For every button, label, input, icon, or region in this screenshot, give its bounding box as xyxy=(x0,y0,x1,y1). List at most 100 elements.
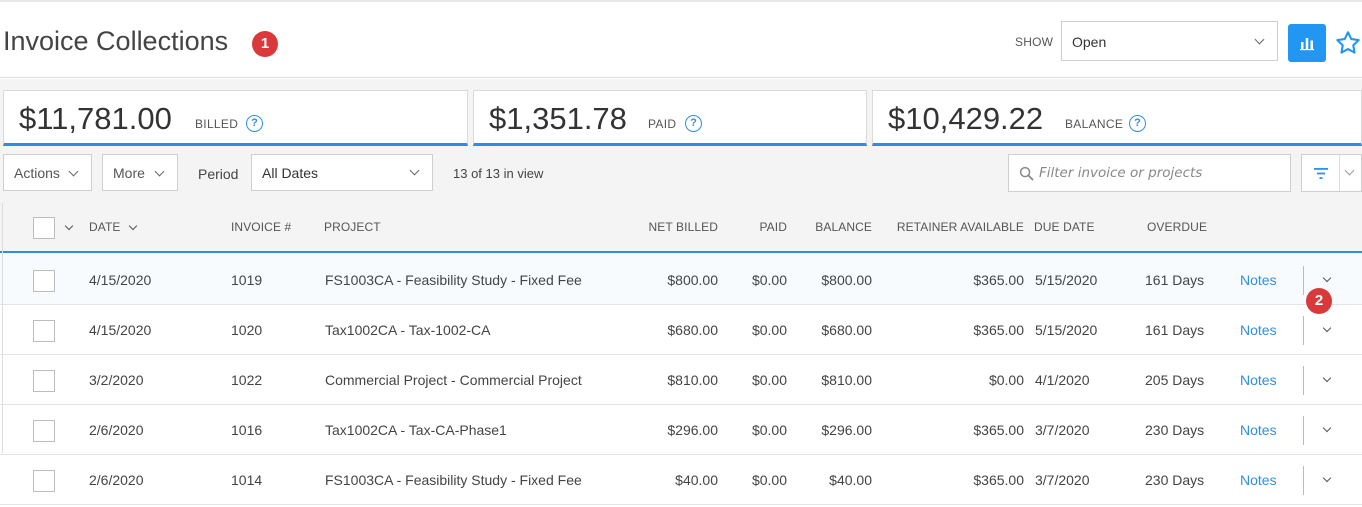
bar-chart-icon xyxy=(1300,38,1314,51)
chevron-down-icon[interactable] xyxy=(1322,423,1332,433)
table-row[interactable]: 4/15/2020 1020 Tax1002CA - Tax-1002-CA $… xyxy=(0,305,1362,355)
period-select[interactable]: All Dates xyxy=(251,154,433,191)
row-checkbox[interactable] xyxy=(33,270,55,292)
notes-link[interactable]: Notes xyxy=(1240,372,1277,388)
help-icon[interactable]: ? xyxy=(685,115,702,132)
cell-project: FS1003CA - Feasibility Study - Fixed Fee xyxy=(325,472,582,488)
chevron-down-icon xyxy=(154,166,165,177)
cell-project: Tax1002CA - Tax-1002-CA xyxy=(325,322,491,338)
table-left-border xyxy=(2,203,3,453)
notes-link[interactable]: Notes xyxy=(1240,472,1277,488)
cell-paid: $0.00 xyxy=(751,422,787,438)
cell-invoice: 1022 xyxy=(231,372,263,388)
table-header: DATE INVOICE # PROJECT NET BILLED PAID B… xyxy=(0,203,1362,253)
cell-retainer: $365.00 xyxy=(973,422,1024,438)
paid-amount: $1,351.78 xyxy=(489,101,627,136)
billed-label: BILLED xyxy=(195,117,239,131)
cell-overdue: 230 Days xyxy=(1145,472,1205,488)
cell-balance: $40.00 xyxy=(829,472,872,488)
cell-project: Commercial Project - Commercial Project xyxy=(325,372,582,388)
billed-card: $11,781.00 BILLED ? xyxy=(3,90,468,146)
col-balance[interactable]: BALANCE xyxy=(800,220,872,234)
cell-balance: $296.00 xyxy=(821,422,872,438)
cell-paid: $0.00 xyxy=(751,372,787,388)
row-checkbox[interactable] xyxy=(33,370,55,392)
callout-badge-1: 1 xyxy=(252,31,278,57)
help-icon[interactable]: ? xyxy=(1129,115,1146,132)
table-row[interactable]: 3/2/2020 1022 Commercial Project - Comme… xyxy=(0,355,1362,405)
cell-net-billed: $296.00 xyxy=(667,422,718,438)
cell-due-date: 4/1/2020 xyxy=(1035,372,1090,388)
cell-date: 4/15/2020 xyxy=(89,272,152,288)
more-label: More xyxy=(113,165,145,181)
cell-balance: $800.00 xyxy=(821,272,872,288)
cell-overdue: 161 Days xyxy=(1145,272,1205,288)
star-icon xyxy=(1336,31,1360,54)
cell-net-billed: $40.00 xyxy=(675,472,718,488)
cell-net-billed: $800.00 xyxy=(667,272,718,288)
in-view-count: 13 of 13 in view xyxy=(453,166,544,181)
actions-button[interactable]: Actions xyxy=(3,154,92,191)
notes-link[interactable]: Notes xyxy=(1240,272,1277,288)
col-project[interactable]: PROJECT xyxy=(324,220,381,234)
chevron-down-icon[interactable] xyxy=(1322,373,1332,383)
cell-invoice: 1016 xyxy=(231,422,263,438)
chevron-down-icon[interactable] xyxy=(1322,273,1332,283)
col-invoice[interactable]: INVOICE # xyxy=(231,220,291,234)
chart-view-button[interactable] xyxy=(1288,24,1326,62)
paid-label: PAID xyxy=(648,117,677,131)
cell-paid: $0.00 xyxy=(751,272,787,288)
balance-amount: $10,429.22 xyxy=(888,101,1044,136)
sort-chevron-down-icon[interactable] xyxy=(128,221,138,231)
select-all-checkbox[interactable] xyxy=(33,217,55,239)
chevron-down-icon[interactable] xyxy=(1322,323,1332,333)
period-label: Period xyxy=(198,166,239,182)
row-checkbox[interactable] xyxy=(33,420,55,442)
chevron-down-icon[interactable] xyxy=(64,221,74,231)
table-row[interactable]: 4/15/2020 1019 FS1003CA - Feasibility St… xyxy=(0,255,1362,305)
search-icon xyxy=(1019,166,1034,181)
cell-net-billed: $680.00 xyxy=(667,322,718,338)
cell-due-date: 3/7/2020 xyxy=(1035,472,1090,488)
filter-field[interactable] xyxy=(1008,154,1291,192)
cell-retainer: $365.00 xyxy=(973,272,1024,288)
table-row[interactable]: 2/6/2020 1016 Tax1002CA - Tax-CA-Phase1 … xyxy=(0,405,1362,455)
col-net-billed[interactable]: NET BILLED xyxy=(630,220,718,234)
cell-date: 3/2/2020 xyxy=(89,372,144,388)
row-checkbox[interactable] xyxy=(33,470,55,492)
more-button[interactable]: More xyxy=(102,154,178,191)
show-select[interactable]: Open xyxy=(1061,21,1278,61)
chevron-down-icon[interactable] xyxy=(1322,473,1332,483)
callout-badge-2: 2 xyxy=(1306,288,1332,314)
row-divider xyxy=(1303,466,1304,495)
notes-link[interactable]: Notes xyxy=(1240,422,1277,438)
cell-retainer: $365.00 xyxy=(973,322,1024,338)
filter-input[interactable] xyxy=(1039,163,1279,183)
summary-band: $11,781.00 BILLED ? $1,351.78 PAID ? $10… xyxy=(0,79,1362,203)
col-paid[interactable]: PAID xyxy=(737,220,787,234)
help-icon[interactable]: ? xyxy=(246,115,263,132)
favorite-button[interactable] xyxy=(1334,29,1362,57)
billed-amount: $11,781.00 xyxy=(19,101,172,136)
table-row[interactable]: 2/6/2020 1014 FS1003CA - Feasibility Stu… xyxy=(0,455,1362,505)
col-overdue[interactable]: OVERDUE xyxy=(1147,220,1207,234)
paid-card: $1,351.78 PAID ? xyxy=(473,90,867,146)
cell-invoice: 1014 xyxy=(231,472,263,488)
filter-button-divider xyxy=(1339,155,1340,191)
col-date[interactable]: DATE xyxy=(89,220,121,234)
cell-project: Tax1002CA - Tax-CA-Phase1 xyxy=(325,422,507,438)
cell-balance: $810.00 xyxy=(821,372,872,388)
filter-icon xyxy=(1314,168,1328,179)
show-label: SHOW xyxy=(1015,35,1054,49)
notes-link[interactable]: Notes xyxy=(1240,322,1277,338)
cell-retainer: $365.00 xyxy=(973,472,1024,488)
balance-card: $10,429.22 BALANCE ? xyxy=(872,90,1362,146)
filter-button[interactable] xyxy=(1301,154,1362,192)
cell-overdue: 205 Days xyxy=(1145,372,1205,388)
cell-date: 4/15/2020 xyxy=(89,322,152,338)
cell-net-billed: $810.00 xyxy=(667,372,718,388)
row-divider xyxy=(1303,266,1304,295)
row-checkbox[interactable] xyxy=(33,320,55,342)
col-due-date[interactable]: DUE DATE xyxy=(1034,220,1095,234)
col-retainer[interactable]: RETAINER AVAILABLE xyxy=(890,220,1024,234)
